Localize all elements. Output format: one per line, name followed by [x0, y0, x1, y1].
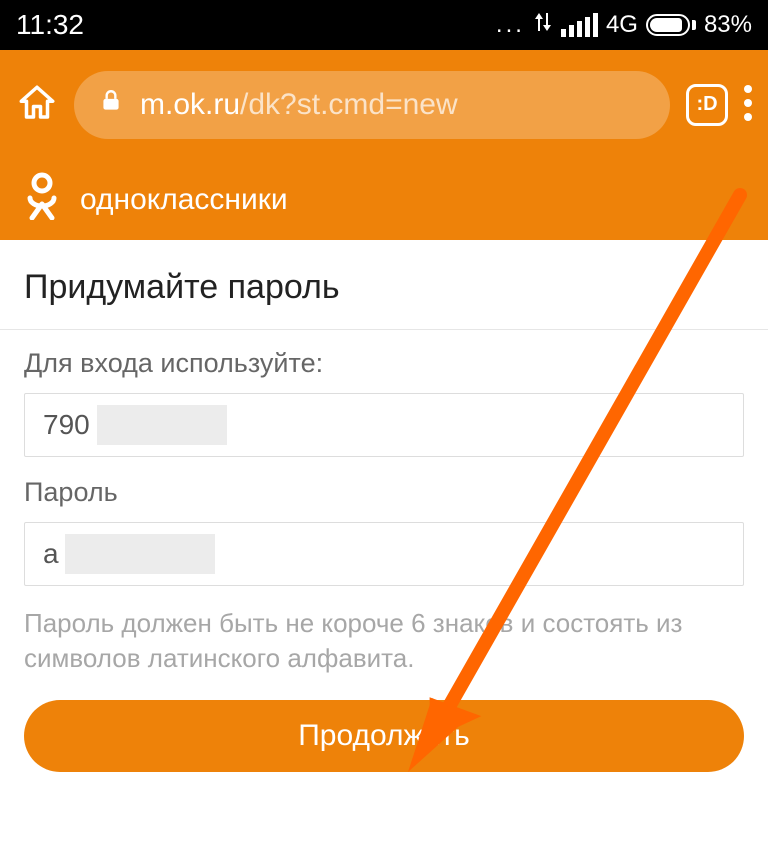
signal-strength-icon [561, 13, 598, 37]
password-hint: Пароль должен быть не короче 6 знаков и … [24, 606, 744, 676]
password-label: Пароль [24, 477, 744, 508]
url-domain: m.ok.ru [140, 88, 240, 121]
login-label: Для входа используйте: [24, 348, 744, 379]
url-path: /dk?st.cmd=new [240, 88, 458, 121]
lock-icon [98, 88, 124, 122]
continue-button[interactable]: Продолжить [24, 700, 744, 772]
password-input[interactable]: a [24, 522, 744, 586]
menu-icon[interactable] [744, 85, 752, 126]
network-type: 4G [606, 11, 638, 39]
page-content: Придумайте пароль Для входа используйте:… [0, 240, 768, 772]
home-icon[interactable] [16, 82, 58, 129]
password-value: a [43, 538, 59, 570]
browser-toolbar: m.ok.ru/dk?st.cmd=new :D [0, 50, 768, 160]
redacted-block [97, 405, 227, 445]
tabs-button[interactable]: :D [686, 84, 728, 126]
site-header: одноклассники [0, 160, 768, 240]
status-more-icon: ... [496, 11, 525, 39]
ok-logo-icon[interactable] [24, 172, 60, 228]
redacted-block [65, 534, 215, 574]
continue-label: Продолжить [298, 719, 470, 753]
page-title: Придумайте пароль [0, 240, 768, 329]
tabs-indicator: :D [696, 93, 717, 116]
login-value: 790 [43, 409, 90, 441]
address-bar[interactable]: m.ok.ru/dk?st.cmd=new [74, 71, 670, 139]
data-transfer-icon [533, 11, 553, 40]
status-time: 11:32 [16, 9, 84, 41]
site-title: одноклассники [80, 183, 288, 217]
battery-icon [646, 14, 696, 36]
status-bar: 11:32 ... 4G 83% [0, 0, 768, 50]
battery-percent: 83% [704, 11, 752, 39]
login-input[interactable]: 790 [24, 393, 744, 457]
